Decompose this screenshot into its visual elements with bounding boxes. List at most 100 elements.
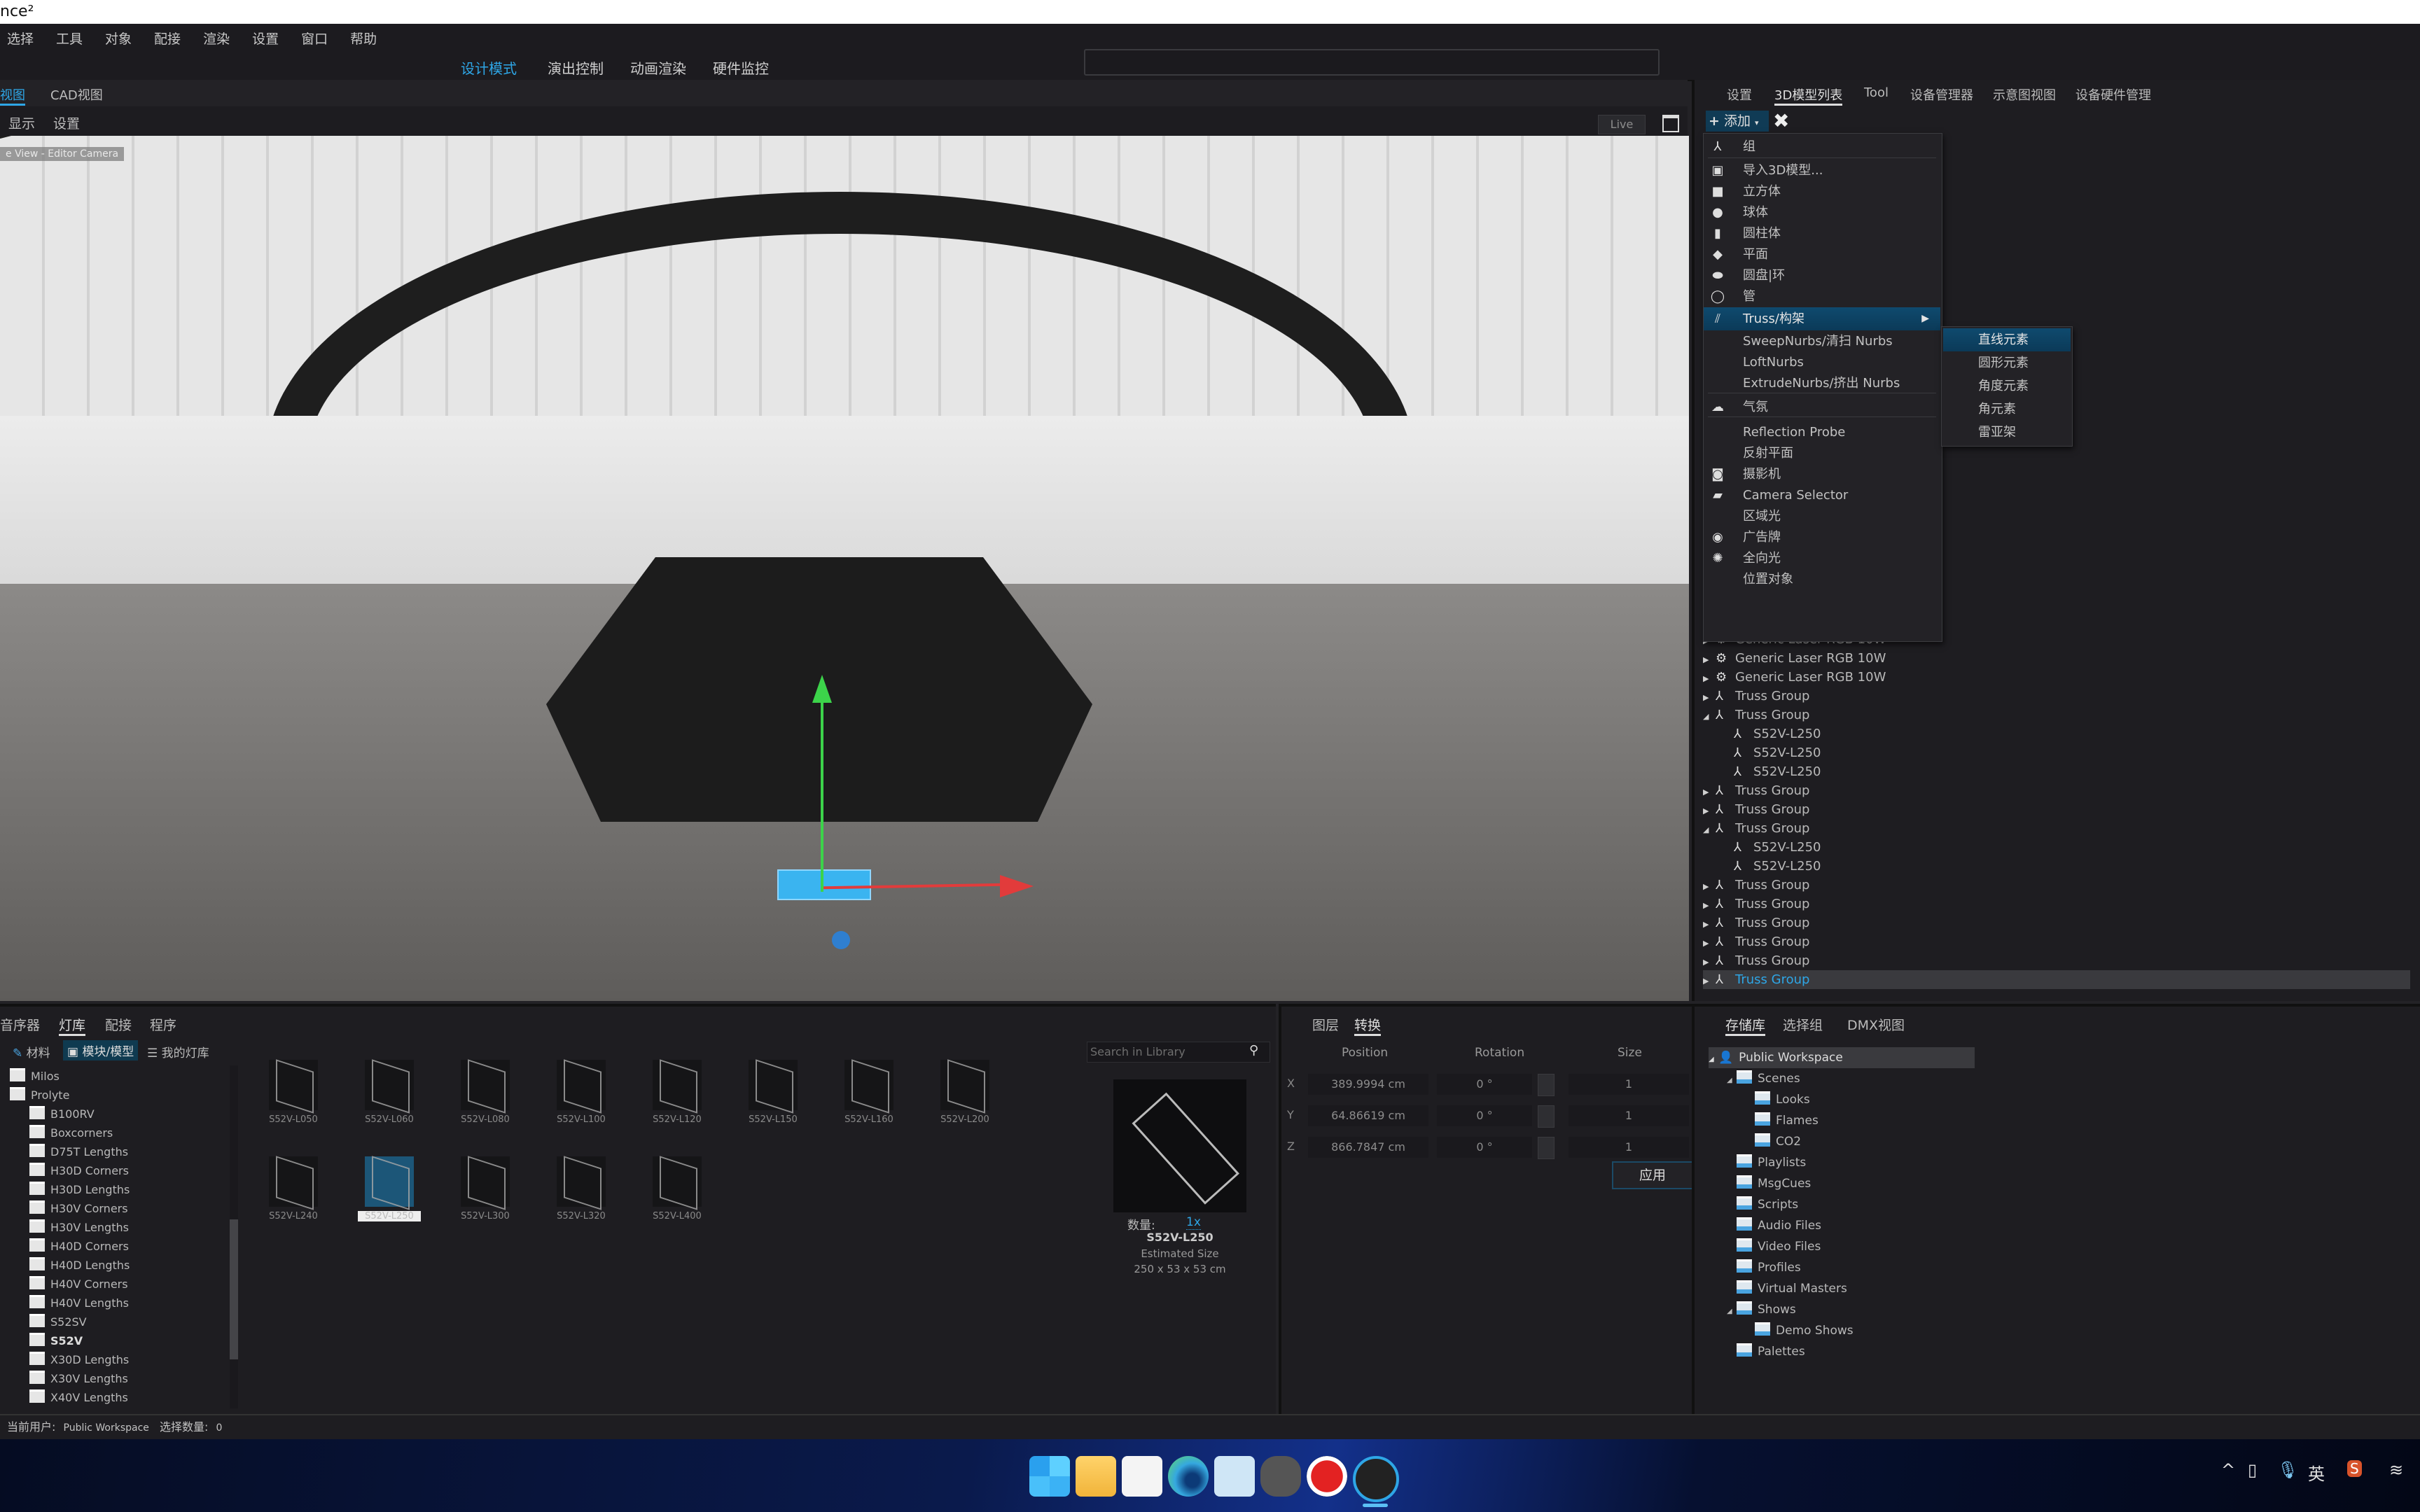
tree-toggle-icon[interactable]: ◢ bbox=[1709, 1049, 1718, 1070]
storage-tree-item[interactable]: Video Files bbox=[1727, 1236, 1821, 1257]
tab-fixture-library[interactable]: 灯库 bbox=[59, 1015, 86, 1036]
rotation-x-field[interactable]: 0 ° bbox=[1437, 1074, 1532, 1095]
menu-item-0[interactable]: ⅄ 组 bbox=[1704, 135, 1940, 158]
tab-storage[interactable]: 存储库 bbox=[1725, 1015, 1766, 1036]
library-item-label[interactable]: S52V-L050 bbox=[262, 1114, 325, 1125]
folder-item[interactable]: X30D Lengths bbox=[29, 1350, 129, 1369]
tree-row[interactable]: ⅄ S52V-L250 bbox=[1721, 838, 1821, 857]
submenu-item-1[interactable]: 圆形元素 bbox=[1943, 351, 2071, 374]
library-item-label[interactable]: S52V-L250 bbox=[358, 1211, 421, 1222]
folder-item[interactable]: B100RV bbox=[29, 1105, 95, 1124]
position-y-field[interactable]: 64.86619 cm bbox=[1308, 1105, 1428, 1126]
menu-item-14[interactable]: 反射平面 bbox=[1704, 442, 1940, 465]
menu-item-7[interactable]: ◯ 管 bbox=[1704, 285, 1940, 308]
tab-cad-view[interactable]: CAD视图 bbox=[50, 85, 103, 104]
menu-item-13[interactable]: Reflection Probe bbox=[1704, 421, 1940, 444]
library-item-label[interactable]: S52V-L120 bbox=[646, 1114, 709, 1125]
tab-dmx-view[interactable]: DMX视图 bbox=[1847, 1015, 1905, 1034]
size-x-field[interactable]: 1 bbox=[1569, 1074, 1689, 1095]
folder-item[interactable]: H30D Corners bbox=[29, 1161, 129, 1180]
library-item-thumbnail[interactable] bbox=[365, 1059, 414, 1114]
edge-browser-icon[interactable] bbox=[1168, 1456, 1209, 1497]
tree-row[interactable]: ◢ ⅄ Truss Group bbox=[1703, 706, 1809, 724]
skull-app-icon[interactable] bbox=[1260, 1456, 1301, 1497]
global-search-input[interactable] bbox=[1084, 49, 1660, 76]
menu-item-15[interactable]: ◙ 摄影机 bbox=[1704, 463, 1940, 486]
tree-toggle-icon[interactable]: ◢ bbox=[1727, 1070, 1737, 1091]
menu-select[interactable]: 选择 bbox=[7, 29, 34, 48]
library-item-thumbnail[interactable] bbox=[557, 1156, 606, 1210]
library-item-thumbnail[interactable] bbox=[653, 1059, 702, 1114]
tree-row[interactable]: ▶⚙ Generic Laser RGB 10W bbox=[1703, 668, 1886, 687]
library-item-thumbnail[interactable] bbox=[461, 1059, 510, 1114]
tab-3d-model-list[interactable]: 3D模型列表 bbox=[1774, 85, 1843, 106]
folder-item[interactable]: Boxcorners bbox=[29, 1124, 113, 1142]
menu-item-3[interactable]: ● 球体 bbox=[1704, 201, 1940, 224]
windows-start-icon[interactable] bbox=[1029, 1456, 1070, 1497]
collapse-arrow-icon[interactable]: ◢ bbox=[1703, 820, 1716, 839]
folder-item[interactable]: Prolyte bbox=[10, 1086, 69, 1105]
sogou-ime-icon[interactable]: S bbox=[2347, 1460, 2362, 1477]
gizmo-y-arrow[interactable] bbox=[812, 675, 832, 703]
folder-item[interactable]: H40V Lengths bbox=[29, 1294, 129, 1312]
apply-button[interactable]: 应用 bbox=[1612, 1161, 1693, 1189]
gizmo-y-axis[interactable] bbox=[821, 689, 823, 892]
mode-animation-render[interactable]: 动画渲染 bbox=[626, 55, 690, 80]
microphone-icon[interactable]: 🎙 bbox=[2277, 1460, 2298, 1480]
storage-tree-item[interactable]: Virtual Masters bbox=[1727, 1278, 1847, 1299]
tree-row[interactable]: ▶ ⅄ Truss Group bbox=[1703, 800, 1809, 819]
position-x-field[interactable]: 389.9994 cm bbox=[1308, 1074, 1428, 1095]
subtab-materials[interactable]: ✎ 材料 bbox=[13, 1043, 50, 1060]
menu-item-11[interactable]: ExtrudeNurbs/挤出 Nurbs bbox=[1704, 372, 1940, 395]
tree-row[interactable]: ⅄ S52V-L250 bbox=[1721, 857, 1821, 876]
menu-item-8[interactable]: ⫽ Truss/构架 ▶ bbox=[1704, 307, 1940, 330]
folder-item[interactable]: S52V bbox=[29, 1331, 83, 1350]
active-app-icon[interactable] bbox=[1353, 1456, 1399, 1502]
folder-item[interactable]: H40V Corners bbox=[29, 1275, 128, 1294]
tree-row[interactable]: ▶ ⅄ Truss Group bbox=[1703, 895, 1809, 913]
menu-help[interactable]: 帮助 bbox=[350, 29, 377, 48]
storage-tree-item[interactable]: MsgCues bbox=[1727, 1173, 1811, 1194]
storage-tree-item[interactable]: Palettes bbox=[1727, 1341, 1805, 1362]
library-item-label[interactable]: S52V-L400 bbox=[646, 1211, 709, 1222]
tab-tool[interactable]: Tool bbox=[1864, 85, 1889, 100]
tree-row[interactable]: ▶⚙ Generic Laser RGB 10W bbox=[1703, 649, 1886, 668]
rotation-lock-toggle[interactable] bbox=[1538, 1074, 1555, 1096]
gizmo-pivot-icon[interactable] bbox=[832, 931, 850, 949]
library-item-label[interactable]: S52V-L160 bbox=[837, 1114, 900, 1125]
library-item-label[interactable]: S52V-L300 bbox=[454, 1211, 517, 1222]
view-display-menu[interactable]: 显示 bbox=[8, 113, 35, 132]
expand-arrow-icon[interactable]: ▶ bbox=[1703, 972, 1716, 990]
library-item-thumbnail[interactable] bbox=[940, 1059, 989, 1114]
expand-arrow-icon[interactable]: ▶ bbox=[1703, 877, 1716, 896]
tree-row[interactable]: ▶ ⅄ Truss Group bbox=[1703, 970, 2410, 989]
tab-3d-view[interactable]: 视图 bbox=[0, 85, 25, 106]
tab-sequencer[interactable]: 音序器 bbox=[0, 1015, 40, 1034]
library-item-thumbnail[interactable] bbox=[269, 1156, 318, 1210]
storage-tree-item[interactable]: Audio Files bbox=[1727, 1215, 1821, 1236]
scrollbar-thumb[interactable] bbox=[230, 1219, 238, 1359]
expand-arrow-icon[interactable]: ▶ bbox=[1703, 669, 1716, 688]
folder-scrollbar[interactable] bbox=[230, 1065, 238, 1408]
folder-item[interactable]: H40D Corners bbox=[29, 1237, 129, 1256]
menu-item-12[interactable]: ☁ 气氛 bbox=[1704, 396, 1940, 419]
menu-window[interactable]: 窗口 bbox=[301, 29, 328, 48]
expand-arrow-icon[interactable]: ▶ bbox=[1703, 915, 1716, 934]
menu-item-1[interactable]: ▣ 导入3D模型... bbox=[1704, 159, 1940, 182]
submenu-item-0[interactable]: 直线元素 bbox=[1943, 328, 2071, 351]
menu-render[interactable]: 渲染 bbox=[203, 29, 230, 48]
library-item-label[interactable]: S52V-L080 bbox=[454, 1114, 517, 1125]
tab-schematic-view[interactable]: 示意图视图 bbox=[1993, 85, 2056, 104]
folder-item[interactable]: H30D Lengths bbox=[29, 1180, 130, 1199]
size-z-field[interactable]: 1 bbox=[1569, 1137, 1689, 1158]
position-z-field[interactable]: 866.7847 cm bbox=[1308, 1137, 1428, 1158]
ime-indicator[interactable]: 英 bbox=[2308, 1460, 2325, 1485]
library-search-input[interactable]: Search in Library bbox=[1087, 1042, 1270, 1063]
collapse-arrow-icon[interactable]: ◢ bbox=[1703, 707, 1716, 726]
storage-tree-item[interactable]: Looks bbox=[1745, 1089, 1810, 1110]
folder-item[interactable]: X30V Lengths bbox=[29, 1369, 128, 1388]
library-item-thumbnail[interactable] bbox=[269, 1059, 318, 1114]
delete-close-icon[interactable]: ✖ bbox=[1773, 109, 1789, 132]
microsoft-store-icon[interactable] bbox=[1122, 1456, 1162, 1497]
storage-tree-item[interactable]: ◢ Scenes bbox=[1727, 1068, 1800, 1089]
